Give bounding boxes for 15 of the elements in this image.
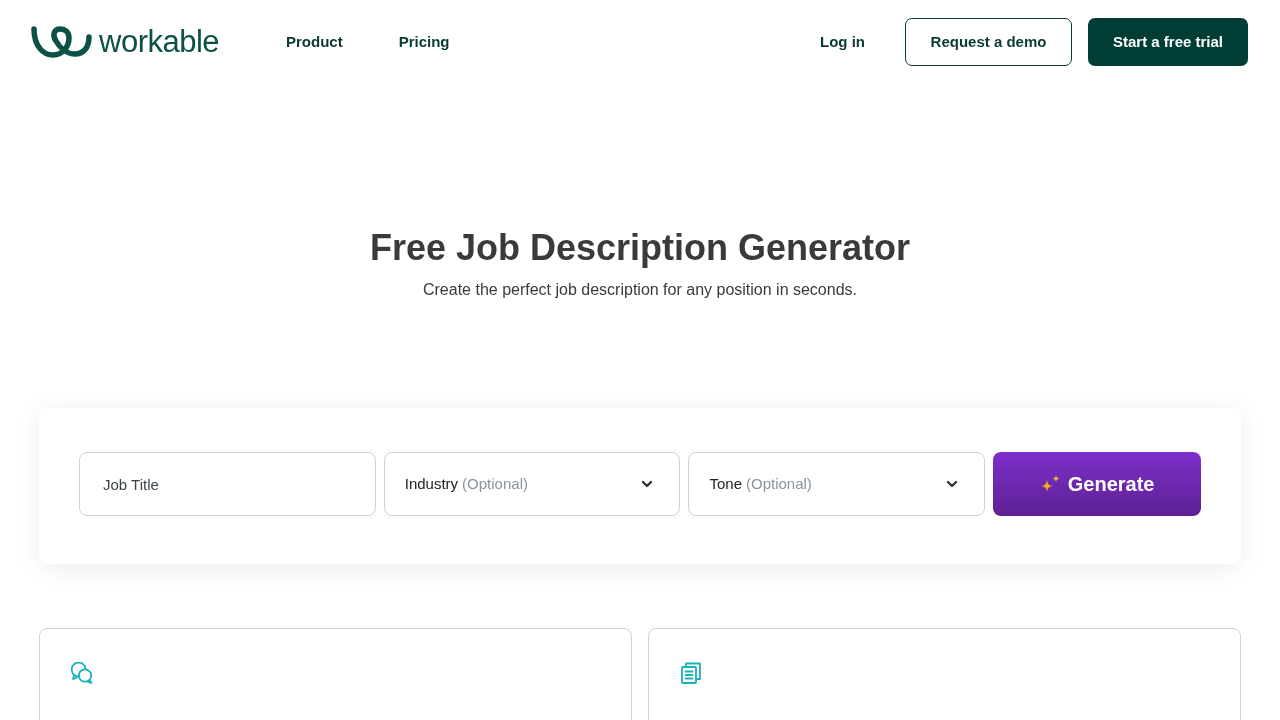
login-link[interactable]: Log in <box>820 30 865 54</box>
logo-mark-icon <box>31 26 93 58</box>
logo-wordmark[interactable]: workable <box>99 25 220 59</box>
page-subtitle: Create the perfect job description for any position in seconds. <box>423 280 857 300</box>
dropdown-select[interactable]: Industry (Optional) <box>383 452 681 516</box>
nav-link[interactable]: Product <box>286 30 343 54</box>
generate-button[interactable]: Generate <box>993 452 1201 516</box>
nav-link[interactable]: Pricing <box>398 30 450 54</box>
job-title-input[interactable]: Job Title <box>79 452 376 516</box>
documents-icon <box>680 662 702 684</box>
chat-bubbles-icon <box>71 662 93 684</box>
request-demo-button[interactable]: Request a demo <box>905 18 1072 66</box>
free-trial-button[interactable]: Start a free trial <box>1088 18 1248 66</box>
dropdown-select[interactable]: Tone (Optional) <box>688 452 986 516</box>
page-title: Free Job Description Generator <box>369 226 911 270</box>
